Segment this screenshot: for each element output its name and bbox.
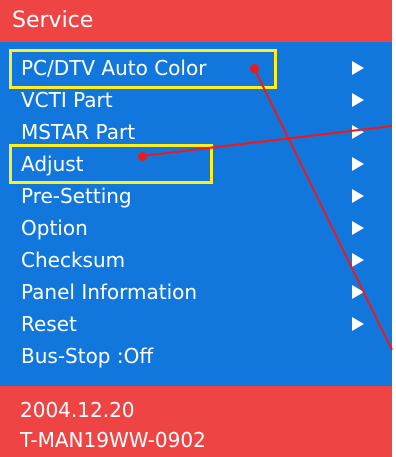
menu-item-checksum[interactable]: Checksum — [0, 244, 392, 276]
menu-item-label: Bus-Stop :Off — [21, 344, 154, 368]
arrow-right-icon — [352, 253, 364, 267]
menu-item-panel-information[interactable]: Panel Information — [0, 276, 392, 308]
menu-footer: 2004.12.20 T-MAN19WW-0902 — [0, 386, 392, 457]
menu-item-label: Panel Information — [21, 280, 198, 304]
arrow-right-icon — [352, 61, 364, 75]
menu-item-bus-stop[interactable]: Bus-Stop :Off — [0, 340, 392, 372]
menu-item-label: Pre-Setting — [21, 184, 132, 208]
arrow-right-icon — [352, 317, 364, 331]
menu-item-label: MSTAR Part — [21, 120, 136, 144]
arrow-right-icon — [352, 189, 364, 203]
arrow-right-icon — [352, 221, 364, 235]
arrow-right-icon — [352, 285, 364, 299]
highlight-box-adjust — [9, 144, 213, 184]
arrow-right-icon — [352, 157, 364, 171]
arrow-right-icon — [352, 93, 364, 107]
menu-item-label: VCTI Part — [21, 88, 113, 112]
menu-item-label: Option — [21, 216, 88, 240]
service-menu-screen: Service PC/DTV Auto Color VCTI Part MSTA… — [0, 0, 396, 457]
menu-header: Service — [0, 0, 392, 42]
highlight-box-pc-dtv — [9, 49, 277, 89]
menu-item-option[interactable]: Option — [0, 212, 392, 244]
footer-model: T-MAN19WW-0902 — [20, 428, 206, 452]
menu-title: Service — [12, 8, 94, 33]
menu-item-label: Checksum — [21, 248, 126, 272]
annotation-dot-pc-dtv — [250, 64, 259, 73]
menu-item-label: Reset — [21, 312, 77, 336]
menu-item-reset[interactable]: Reset — [0, 308, 392, 340]
arrow-right-icon — [352, 125, 364, 139]
menu-item-pre-setting[interactable]: Pre-Setting — [0, 180, 392, 212]
footer-date: 2004.12.20 — [20, 398, 135, 422]
annotation-dot-adjust — [138, 152, 147, 161]
